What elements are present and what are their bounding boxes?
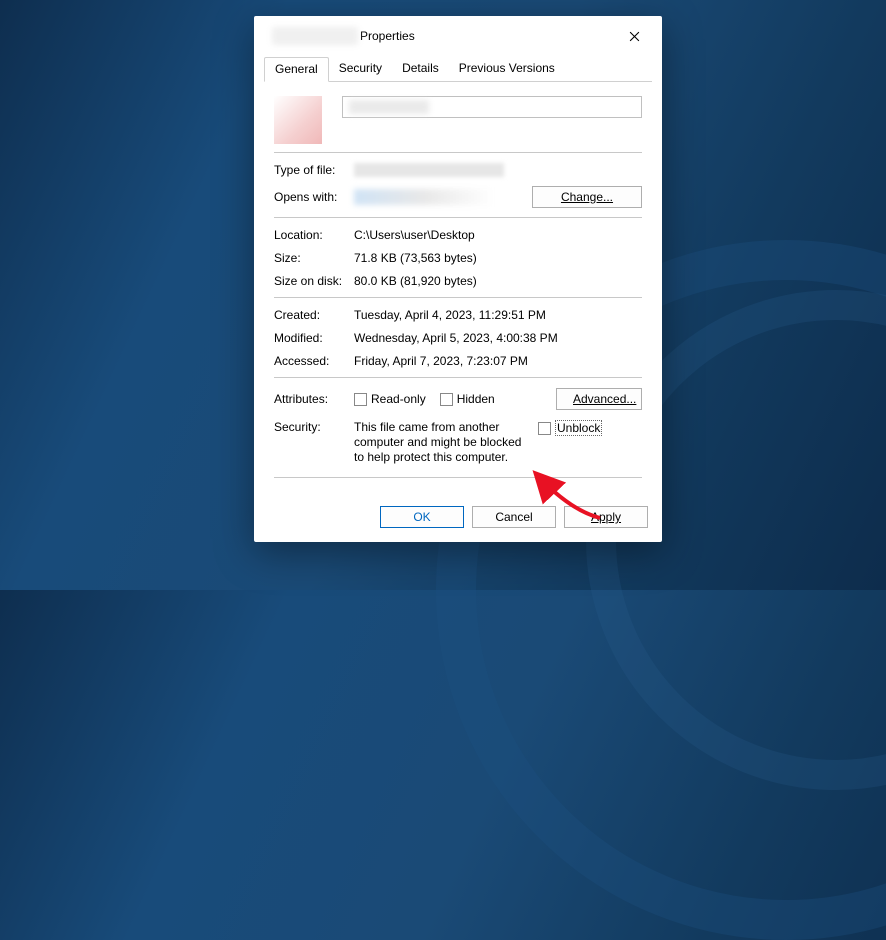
filename-value-redacted xyxy=(349,100,429,114)
type-of-file-label: Type of file: xyxy=(274,163,354,177)
checkbox-icon xyxy=(538,422,551,435)
hidden-checkbox[interactable]: Hidden xyxy=(440,392,495,406)
unblock-checkbox[interactable]: Unblock xyxy=(538,420,602,436)
separator xyxy=(274,152,642,153)
dialog-footer: OK Cancel Apply xyxy=(254,496,662,542)
security-row: Security: This file came from another co… xyxy=(274,420,642,465)
tab-strip: General Security Details Previous Versio… xyxy=(264,56,652,82)
security-label: Security: xyxy=(274,420,354,434)
filename-redacted xyxy=(272,27,358,45)
filename-field[interactable] xyxy=(342,96,642,118)
change-button[interactable]: Change... xyxy=(532,186,642,208)
type-value-redacted xyxy=(354,163,504,177)
tab-content: Type of file: Opens with: Change... Loca… xyxy=(254,82,662,496)
unblock-label: Unblock xyxy=(555,420,602,436)
type-row: Type of file: xyxy=(274,163,642,177)
opens-with-row: Opens with: Change... xyxy=(274,186,642,208)
size-value: 71.8 KB (73,563 bytes) xyxy=(354,251,642,265)
properties-dialog: Properties General Security Details Prev… xyxy=(254,16,662,542)
location-label: Location: xyxy=(274,228,354,242)
close-button[interactable] xyxy=(614,22,654,50)
location-value: C:\Users\user\Desktop xyxy=(354,228,642,242)
tab-details[interactable]: Details xyxy=(392,57,449,82)
ok-button[interactable]: OK xyxy=(380,506,464,528)
created-label: Created: xyxy=(274,308,354,322)
checkbox-icon xyxy=(354,393,367,406)
readonly-label: Read-only xyxy=(371,392,426,406)
created-value: Tuesday, April 4, 2023, 11:29:51 PM xyxy=(354,308,642,322)
separator xyxy=(274,477,642,478)
file-icon xyxy=(274,96,322,144)
window-title: Properties xyxy=(360,29,415,43)
checkbox-icon xyxy=(440,393,453,406)
close-icon xyxy=(629,31,640,42)
tab-previous-versions[interactable]: Previous Versions xyxy=(449,57,565,82)
size-label: Size: xyxy=(274,251,354,265)
tab-security[interactable]: Security xyxy=(329,57,392,82)
security-text: This file came from another computer and… xyxy=(354,420,532,465)
accessed-label: Accessed: xyxy=(274,354,354,368)
modified-value: Wednesday, April 5, 2023, 4:00:38 PM xyxy=(354,331,642,345)
name-row xyxy=(274,96,642,144)
separator xyxy=(274,217,642,218)
separator xyxy=(274,297,642,298)
apply-button[interactable]: Apply xyxy=(564,506,648,528)
hidden-label: Hidden xyxy=(457,392,495,406)
cancel-button[interactable]: Cancel xyxy=(472,506,556,528)
tab-general[interactable]: General xyxy=(264,57,329,82)
size-on-disk-value: 80.0 KB (81,920 bytes) xyxy=(354,274,642,288)
opens-with-label: Opens with: xyxy=(274,190,354,204)
titlebar: Properties xyxy=(254,16,662,54)
attributes-row: Attributes: Read-only Hidden Advanced... xyxy=(274,388,642,410)
attributes-label: Attributes: xyxy=(274,392,354,406)
advanced-button[interactable]: Advanced... xyxy=(556,388,642,410)
opens-with-value-redacted xyxy=(354,189,494,205)
size-on-disk-label: Size on disk: xyxy=(274,274,354,288)
separator xyxy=(274,377,642,378)
accessed-value: Friday, April 7, 2023, 7:23:07 PM xyxy=(354,354,642,368)
modified-label: Modified: xyxy=(274,331,354,345)
readonly-checkbox[interactable]: Read-only xyxy=(354,392,426,406)
